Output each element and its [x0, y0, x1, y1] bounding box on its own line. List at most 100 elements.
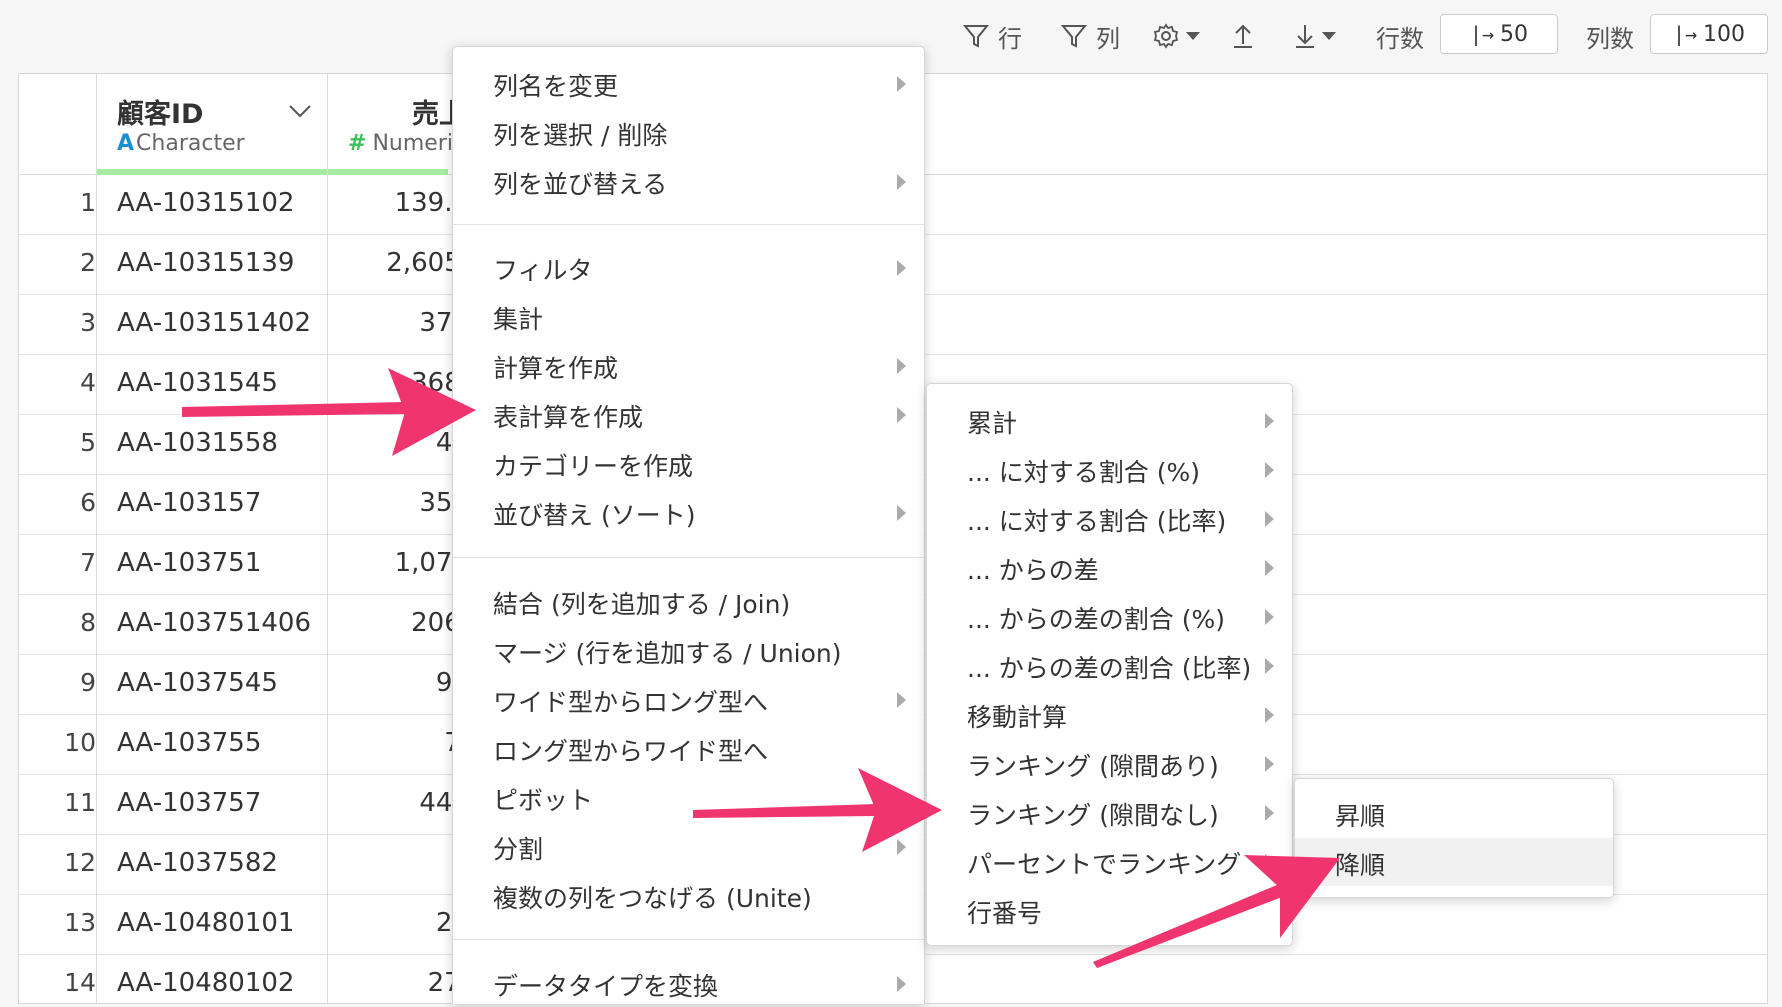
menu-separator — [453, 224, 924, 225]
upload-button[interactable] — [1230, 14, 1256, 58]
menu-item[interactable]: 列を並び替える — [453, 157, 924, 205]
menu-item-label: ワイド型からロング型へ — [493, 688, 769, 717]
menu-item-label: カテゴリーを作成 — [493, 452, 694, 481]
row-number: 14 — [64, 968, 96, 997]
cell-customer-id[interactable]: AA-10315139 — [117, 248, 294, 278]
menu-item[interactable]: 並び替え (ソート) — [453, 488, 924, 536]
menu-item-label: ... に対する割合 (比率) — [967, 507, 1227, 536]
cell-sales[interactable]: 7. — [319, 728, 469, 758]
menu-item[interactable]: ... からの差の割合 (%) — [927, 592, 1292, 640]
menu-item[interactable]: ロング型からワイド型へ — [453, 724, 924, 772]
column-name: 顧客ID — [117, 99, 204, 130]
menu-item[interactable]: 表計算を作成 — [453, 390, 924, 438]
col-filter-button[interactable]: 列 — [1060, 14, 1120, 58]
row-number: 10 — [64, 728, 96, 757]
cell-sales[interactable]: 26 — [319, 908, 469, 938]
cell-sales[interactable]: 7 — [319, 848, 469, 878]
cell-customer-id[interactable]: AA-10480102 — [117, 968, 294, 998]
menu-item[interactable]: 結合 (列を追加する / Join) — [453, 577, 924, 625]
menu-item-label: 複数の列をつなげる (Unite) — [493, 884, 812, 913]
cell-customer-id[interactable]: AA-10480101 — [117, 908, 294, 938]
menu-item[interactable]: ... からの差の割合 (比率) — [927, 641, 1292, 689]
cell-customer-id[interactable]: AA-103751 — [117, 548, 261, 578]
row-filter-label: 行 — [998, 24, 1022, 53]
menu-item[interactable]: 行番号 — [927, 886, 1292, 934]
cell-sales[interactable]: 1,075 — [319, 548, 469, 578]
menu-item[interactable]: 計算を作成 — [453, 341, 924, 389]
menu-item[interactable]: ランキング (隙間なし) — [927, 788, 1292, 836]
cols-limit-button[interactable]: |→ 100 — [1650, 14, 1768, 54]
download-button[interactable] — [1292, 14, 1338, 58]
cell-sales[interactable]: 444 — [319, 788, 469, 818]
menu-item[interactable]: マージ (行を追加する / Union) — [453, 626, 924, 674]
menu-item[interactable]: データタイプを変換 — [453, 959, 924, 1007]
rows-limit-button[interactable]: |→ 50 — [1440, 14, 1558, 54]
menu-item-label: ピボット — [493, 786, 594, 815]
menu-item-label: ランキング (隙間あり) — [967, 752, 1219, 781]
cell-sales[interactable]: 374 — [319, 308, 469, 338]
cell-customer-id[interactable]: AA-103755 — [117, 728, 261, 758]
cell-sales[interactable]: 45 — [319, 428, 469, 458]
cell-customer-id[interactable]: AA-10315102 — [117, 188, 294, 218]
column-context-menu: 列名を変更 列を選択 / 削除 列を並び替える フィルタ 集計 計算を作成表計算を作成カテ… — [452, 46, 925, 1004]
menu-item[interactable]: 分割 — [453, 822, 924, 870]
row-number: 8 — [80, 608, 96, 637]
caret-down-icon — [1322, 32, 1336, 40]
menu-item[interactable]: ワイド型からロング型へ — [453, 675, 924, 723]
menu-item-label: 分割 — [493, 835, 544, 864]
cell-sales[interactable]: 90 — [319, 668, 469, 698]
menu-item[interactable]: 昇順 — [1295, 789, 1613, 837]
cell-customer-id[interactable]: AA-103757 — [117, 788, 261, 818]
menu-item[interactable]: 複数の列をつなげる (Unite) — [453, 871, 924, 919]
menu-item[interactable]: ランキング (隙間あり) — [927, 739, 1292, 787]
menu-item[interactable]: ... からの差 — [927, 543, 1292, 591]
cell-customer-id[interactable]: AA-1031545 — [117, 368, 278, 398]
menu-item[interactable]: 累計 — [927, 396, 1292, 444]
download-icon — [1296, 25, 1314, 48]
menu-item-label: 並び替え (ソート) — [493, 501, 696, 530]
menu-item[interactable]: ... に対する割合 (%) — [927, 445, 1292, 493]
cell-customer-id[interactable]: AA-103751406 — [117, 608, 311, 638]
menu-item[interactable]: 列を選択 / 削除 — [453, 108, 924, 156]
row-number: 1 — [80, 188, 96, 217]
cell-customer-id[interactable]: AA-1037545 — [117, 668, 278, 698]
cell-sales[interactable]: 368. — [319, 368, 469, 398]
menu-item-label: 降順 — [1335, 851, 1386, 880]
cell-sales[interactable]: 206. — [319, 608, 469, 638]
cell-sales[interactable]: 355 — [319, 488, 469, 518]
menu-item[interactable]: 列名を変更 — [453, 59, 924, 107]
row-number: 9 — [80, 668, 96, 697]
cell-sales[interactable]: 139.9 — [319, 188, 469, 218]
cell-sales[interactable]: 2,605. — [319, 248, 469, 278]
row-filter-button[interactable]: 行 — [962, 14, 1022, 58]
row-number: 5 — [80, 428, 96, 457]
column-header-customer-id[interactable]: 顧客ID ACharacter — [97, 74, 328, 175]
menu-item-label: 表計算を作成 — [493, 403, 644, 432]
rows-limit-value: 50 — [1500, 21, 1529, 47]
menu-item[interactable]: 降順 — [1295, 838, 1613, 886]
row-number: 7 — [80, 548, 96, 577]
cell-customer-id[interactable]: AA-1037582 — [117, 848, 278, 878]
settings-button[interactable] — [1152, 14, 1202, 58]
menu-item[interactable]: 集計 — [453, 292, 924, 340]
cell-customer-id[interactable]: AA-1031558 — [117, 428, 278, 458]
menu-item-label: パーセントでランキング — [967, 850, 1242, 879]
row-number: 3 — [80, 308, 96, 337]
menu-item[interactable]: パーセントでランキング — [927, 837, 1292, 885]
gear-icon — [1153, 23, 1179, 49]
menu-item-label: 昇順 — [1335, 802, 1386, 831]
chevron-right-icon — [1265, 413, 1274, 429]
cell-customer-id[interactable]: AA-103157 — [117, 488, 261, 518]
menu-item-label: ... からの差の割合 (%) — [967, 605, 1225, 634]
menu-item[interactable]: 移動計算 — [927, 690, 1292, 738]
filter-icon — [1060, 25, 1088, 48]
menu-item[interactable]: フィルタ — [453, 243, 924, 291]
cell-customer-id[interactable]: AA-103151402 — [117, 308, 311, 338]
chevron-right-icon — [1265, 560, 1274, 576]
menu-item[interactable]: ピボット — [453, 773, 924, 821]
menu-item[interactable]: カテゴリーを作成 — [453, 439, 924, 487]
cell-sales[interactable]: 27. — [319, 968, 469, 998]
chevron-down-icon[interactable] — [287, 102, 313, 120]
chevron-right-icon — [1265, 756, 1274, 772]
menu-item[interactable]: ... に対する割合 (比率) — [927, 494, 1292, 542]
